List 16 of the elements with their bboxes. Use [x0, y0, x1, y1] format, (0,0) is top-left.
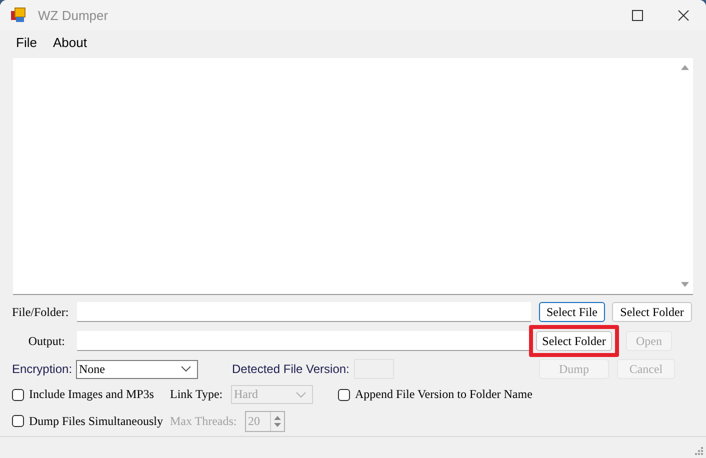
checkbox-label: Dump Files Simultaneously: [29, 414, 164, 428]
window-title: WZ Dumper: [38, 8, 108, 22]
checkbox-label: Append File Version to Folder Name: [355, 387, 532, 402]
dropdown[interactable]: None: [76, 360, 198, 378]
menu-item[interactable]: About: [44, 34, 95, 50]
checkbox-label: Include Images and MP3s: [29, 387, 154, 402]
field-label: Detected File Version:: [232, 362, 350, 376]
field-label: Encryption:: [12, 362, 74, 376]
field-label: Max Threads:: [170, 414, 238, 428]
button[interactable]: Select File: [539, 302, 605, 322]
field-label: Output:: [27, 334, 65, 348]
field-label: File/Folder:: [12, 304, 70, 320]
button[interactable]: Select Folder: [536, 331, 612, 351]
field-label: Link Type:: [170, 387, 224, 402]
menu-item[interactable]: File: [8, 34, 45, 50]
button[interactable]: Select Folder: [612, 302, 692, 322]
